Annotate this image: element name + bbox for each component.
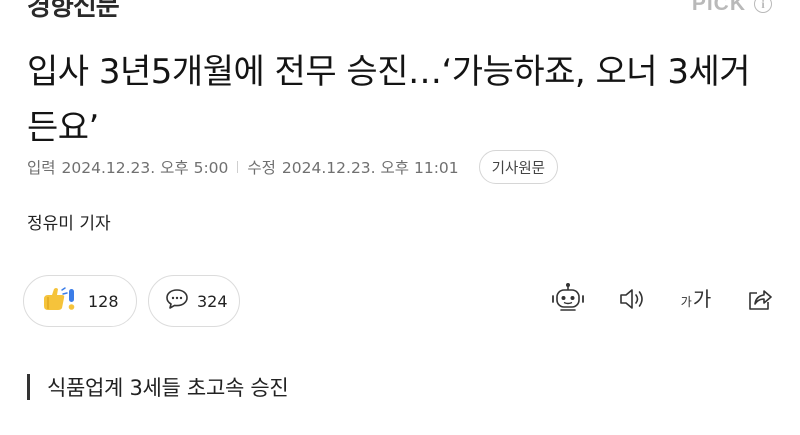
- original-article-button[interactable]: 기사원문: [478, 150, 559, 184]
- reaction-button[interactable]: 128: [23, 275, 137, 327]
- modified-label: 수정: [247, 159, 276, 177]
- published-date: 2024.12.23. 오후 5:00: [61, 159, 229, 177]
- article-subheading: 식품업계 3세들 초고속 승진: [27, 370, 289, 404]
- article-toolbar: 가가: [548, 283, 780, 319]
- pick-badge[interactable]: PICK i: [692, 0, 772, 16]
- speech-bubble-icon: [165, 288, 189, 314]
- info-icon[interactable]: i: [754, 0, 772, 13]
- reporter-name[interactable]: 정유미 기자: [27, 209, 111, 234]
- comment-count: 324: [197, 291, 228, 311]
- comment-button[interactable]: 324: [148, 275, 240, 327]
- font-size-small-glyph: 가: [680, 295, 692, 309]
- subheading-text: 식품업계 3세들 초고속 승진: [47, 376, 289, 400]
- meta-divider: [237, 161, 239, 173]
- listen-button[interactable]: [612, 283, 652, 319]
- published-label: 입력: [27, 159, 56, 177]
- font-size-large-glyph: 가: [692, 287, 712, 311]
- share-icon: [746, 285, 774, 317]
- pick-label: PICK: [691, 0, 746, 15]
- press-logo[interactable]: 경향신문: [27, 0, 120, 23]
- article-meta: 입력 2024.12.23. 오후 5:00 수정 2024.12.23. 오후…: [27, 150, 559, 184]
- subheading-bar: [27, 374, 30, 400]
- summary-robot-button[interactable]: [548, 283, 588, 319]
- thumbs-up-exclaim-icon: [40, 285, 80, 317]
- share-button[interactable]: [740, 283, 780, 319]
- modified-date: 2024.12.23. 오후 11:01: [281, 159, 459, 177]
- headline: 입사 3년5개월에 전무 승진…‘가능하죠, 오너 3세거든요’: [27, 52, 751, 148]
- robot-icon: [550, 282, 586, 320]
- font-size-button[interactable]: 가가: [676, 283, 716, 319]
- reaction-count: 128: [88, 291, 119, 311]
- speaker-icon: [617, 285, 647, 317]
